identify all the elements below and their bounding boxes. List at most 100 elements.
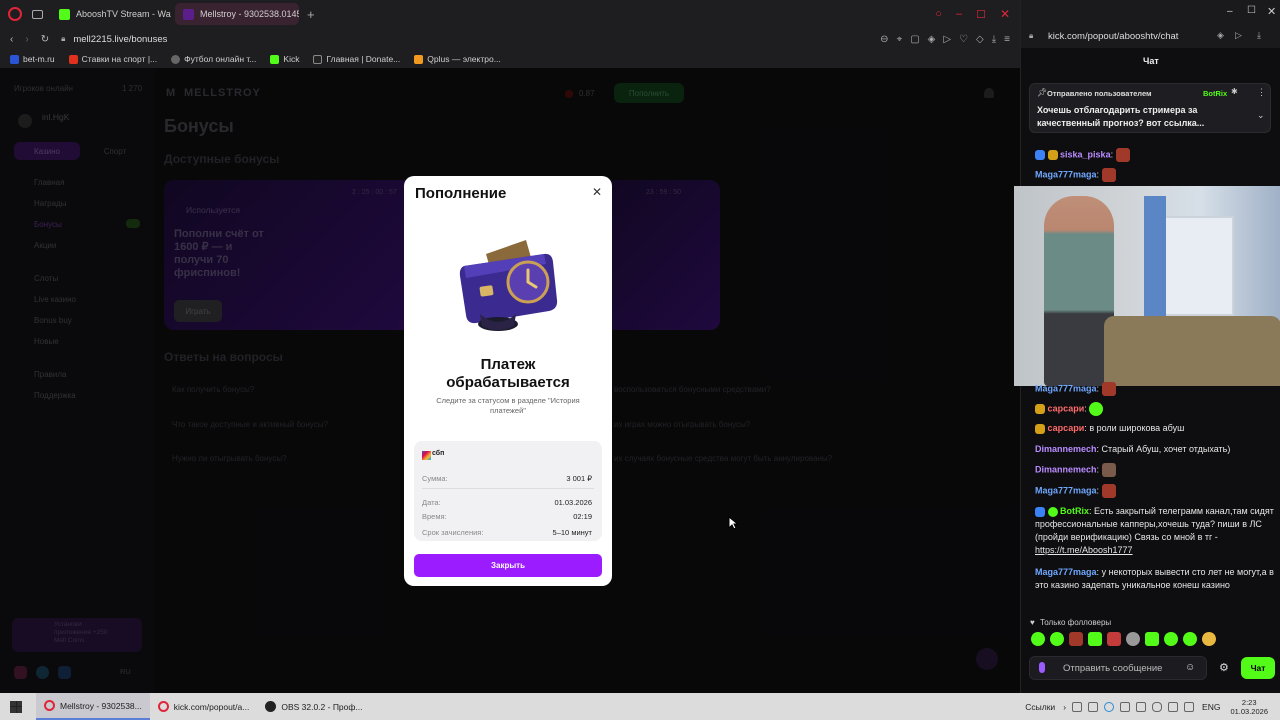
emote-icon[interactable] bbox=[1050, 632, 1064, 646]
cloud-icon[interactable] bbox=[1072, 701, 1083, 712]
opera-icon bbox=[44, 700, 55, 711]
bookmark-stavki[interactable]: Ставки на спорт |... bbox=[68, 54, 157, 64]
payment-status-subtitle: Следите за статусом в разделе "История п… bbox=[436, 396, 580, 415]
bookmark-label: Главная | Donate... bbox=[326, 54, 401, 64]
close-icon[interactable]: ✕ bbox=[592, 185, 602, 199]
start-icon[interactable] bbox=[10, 700, 22, 713]
emote-icon[interactable] bbox=[1145, 632, 1159, 646]
chat-username[interactable]: Dimannemech bbox=[1035, 464, 1097, 474]
emote-icon[interactable] bbox=[1183, 632, 1197, 646]
chat-username[interactable]: Maga777maga bbox=[1035, 485, 1097, 495]
send-icon[interactable]: ▷ bbox=[943, 34, 951, 45]
wifi-icon[interactable] bbox=[1184, 701, 1195, 712]
pin-icon[interactable]: ⌖ bbox=[897, 34, 903, 45]
chat-message: Dimannemech: bbox=[1035, 463, 1275, 477]
app-tray-icon[interactable] bbox=[1136, 701, 1147, 712]
bookmark-label: Kick bbox=[283, 54, 300, 64]
network-icon[interactable] bbox=[1088, 701, 1099, 712]
close-button[interactable]: Закрыть bbox=[414, 554, 602, 577]
new-tab-button[interactable]: + bbox=[307, 7, 315, 22]
microphone-tray-icon[interactable] bbox=[1152, 701, 1163, 712]
maximize-button[interactable]: ☐ bbox=[1247, 5, 1256, 16]
opera-logo-icon[interactable] bbox=[8, 7, 22, 21]
shield-icon[interactable]: ◈ bbox=[1217, 30, 1224, 41]
reload-icon[interactable]: ↻ bbox=[41, 34, 49, 45]
heart-icon: ♥ bbox=[1030, 618, 1035, 627]
minimize-button[interactable]: – bbox=[1227, 6, 1233, 17]
chat-username[interactable]: Maga777maga bbox=[1035, 169, 1097, 179]
badge-icon bbox=[1035, 423, 1045, 434]
taskbar: Mellstroy - 9302538... kick.com/popout/a… bbox=[0, 693, 1280, 720]
tab-mellstroy[interactable]: Mellstroy - 9302538.0145 bbox=[175, 3, 299, 25]
emote-icon[interactable] bbox=[1069, 632, 1083, 646]
wallet-icon[interactable]: ◇ bbox=[976, 34, 984, 45]
chat-username[interactable]: BotRix bbox=[1060, 506, 1089, 516]
maximize-button[interactable]: ☐ bbox=[976, 8, 986, 21]
menu-icon[interactable]: ≡ bbox=[1004, 34, 1010, 45]
settings-gear-icon[interactable]: ⚙ bbox=[1219, 661, 1229, 674]
bookmark-qplus[interactable]: Qplus — электро... bbox=[414, 54, 501, 64]
forward-icon[interactable]: › bbox=[25, 34, 28, 45]
clock[interactable]: 2:23 01.03.2026 bbox=[1230, 698, 1268, 716]
screenshot-icon[interactable]: ▢ bbox=[910, 34, 919, 45]
emote-icon[interactable] bbox=[1107, 632, 1121, 646]
provider-label: сбп bbox=[432, 450, 445, 457]
zoom-icon[interactable]: ⊖ bbox=[880, 34, 888, 45]
bookmark-donate[interactable]: Главная | Donate... bbox=[313, 54, 400, 64]
more-options-icon[interactable]: ⋮ bbox=[1257, 87, 1266, 98]
taskbar-item-obs[interactable]: OBS 32.0.2 - Проф... bbox=[257, 693, 370, 720]
url-field[interactable]: mell2215.live/bonuses bbox=[73, 34, 167, 45]
chat-username[interactable]: Dimannemech bbox=[1035, 444, 1097, 454]
badge-icon bbox=[1035, 150, 1045, 160]
taskbar-item-opera[interactable]: Mellstroy - 9302538... bbox=[36, 693, 150, 720]
download-icon[interactable]: ⤓ bbox=[992, 34, 996, 45]
close-window-button[interactable]: ✕ bbox=[1000, 7, 1010, 21]
emote-icon[interactable] bbox=[1126, 632, 1140, 646]
chat-link[interactable]: https://t.me/Aboosh1777 bbox=[1035, 545, 1133, 555]
emote-icon[interactable] bbox=[1164, 632, 1178, 646]
display-icon[interactable] bbox=[1120, 701, 1131, 712]
language-indicator[interactable]: ENG bbox=[1202, 702, 1220, 712]
bookmarks-bar: bet-m.ru Ставки на спорт |... Футбол онл… bbox=[0, 50, 1020, 68]
heart-icon[interactable]: ♡ bbox=[959, 34, 968, 45]
chat-username[interactable]: сарсари bbox=[1048, 403, 1085, 413]
taskbar-label: kick.com/popout/a... bbox=[173, 701, 250, 712]
microphone-icon[interactable] bbox=[1039, 662, 1045, 673]
send-icon[interactable]: ▷ bbox=[1235, 30, 1242, 41]
chat-text: Старый Абуш, хочет отдыхать) bbox=[1101, 444, 1231, 454]
tray-icons[interactable] bbox=[1072, 701, 1195, 712]
chat-username[interactable]: Maga777maga bbox=[1035, 383, 1097, 393]
tray-chevron-icon[interactable]: › bbox=[1063, 702, 1066, 712]
links-toolbar[interactable]: Ссылки bbox=[1025, 702, 1055, 712]
emote-icon[interactable] bbox=[1088, 632, 1102, 646]
bookmark-kick[interactable]: Kick bbox=[270, 54, 299, 64]
speaker-icon[interactable] bbox=[1168, 701, 1179, 712]
emote-icon[interactable] bbox=[1202, 632, 1216, 646]
tab-abooshtv[interactable]: AbooshTV Stream - Watch bbox=[51, 3, 171, 25]
tab-overview-icon[interactable] bbox=[32, 9, 43, 19]
close-window-button[interactable]: ✕ bbox=[1267, 5, 1276, 18]
download-icon[interactable]: ⤓ bbox=[1257, 30, 1261, 41]
chat-username[interactable]: siska_piska bbox=[1060, 149, 1111, 159]
chat-url[interactable]: kick.com/popout/abooshtv/chat bbox=[1048, 31, 1178, 42]
minimize-button[interactable]: – bbox=[956, 8, 962, 20]
payment-status-title: Платеж обрабатывается bbox=[446, 356, 570, 391]
bookmark-betm[interactable]: bet-m.ru bbox=[10, 54, 55, 64]
back-icon[interactable]: ‹ bbox=[10, 34, 13, 45]
chat-send-button[interactable]: Чат bbox=[1241, 657, 1275, 679]
shield-icon[interactable]: ◈ bbox=[928, 34, 936, 45]
telegram-tray-icon[interactable] bbox=[1104, 701, 1115, 712]
betm-icon bbox=[10, 54, 19, 64]
emoji-icon[interactable]: ☺ bbox=[1185, 662, 1195, 673]
chat-username[interactable]: Maga777maga bbox=[1035, 567, 1097, 577]
bookmark-football[interactable]: Футбол онлайн т... bbox=[171, 54, 256, 64]
search-tabs-icon[interactable]: ○ bbox=[935, 8, 942, 20]
pinned-user[interactable]: BotRix bbox=[1203, 89, 1227, 98]
qplus-icon bbox=[414, 54, 424, 64]
emote-icon[interactable] bbox=[1031, 632, 1045, 646]
taskbar-item-kick[interactable]: kick.com/popout/a... bbox=[150, 693, 258, 720]
chat-username[interactable]: сарсари bbox=[1048, 423, 1085, 433]
unpin-icon[interactable]: ✱ bbox=[1231, 87, 1238, 96]
chat-message: сарсари: в роли широкова абуш bbox=[1035, 422, 1275, 435]
expand-chevron-icon[interactable]: ⌄ bbox=[1257, 110, 1265, 121]
